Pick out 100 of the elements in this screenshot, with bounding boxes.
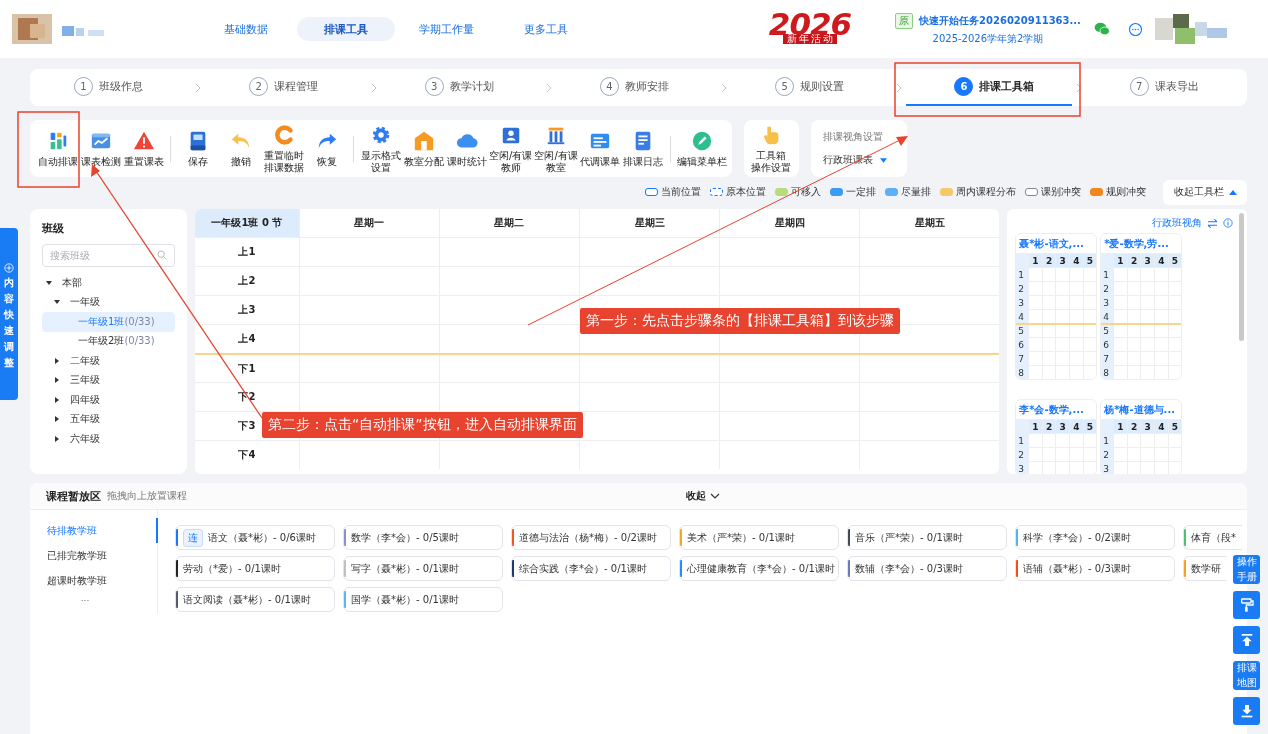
course-chip[interactable]: 科学（李*会）- 0/2课时	[1015, 525, 1175, 550]
course-chip[interactable]: 写字（聂*彬）- 0/1课时	[343, 556, 503, 581]
task-badge: 原	[895, 12, 914, 29]
tree-item[interactable]: 本部	[42, 273, 175, 293]
card-title[interactable]: 杨*梅-道德与...	[1101, 400, 1182, 419]
collapse-toolbar-button[interactable]: 收起工具栏	[1163, 179, 1247, 205]
row-header: 3	[1101, 462, 1114, 474]
toolbar-button[interactable]: 排课日志	[621, 122, 665, 175]
task-title[interactable]: 快速开始任务2026020911363...	[919, 13, 1081, 28]
row-header: 1	[1101, 268, 1114, 281]
course-chip[interactable]: 音乐（严*荣）- 0/1课时	[847, 525, 1007, 550]
tree-item[interactable]: 一年级	[42, 292, 175, 312]
row-header: 2	[1016, 448, 1029, 461]
column-header: 1	[1028, 254, 1042, 267]
column-header: 2	[1126, 420, 1141, 433]
float-button[interactable]: 排课地图	[1233, 661, 1260, 690]
nav-tab[interactable]: 排课工具	[297, 17, 395, 41]
card-title[interactable]: 李*会-数学,...	[1016, 400, 1097, 419]
toolbar-button[interactable]: 重置临时 排课数据	[262, 122, 305, 175]
step-tab[interactable]: 2 课程管理	[205, 69, 367, 106]
more-button[interactable]: ...	[30, 593, 120, 603]
course-chip[interactable]: 劳动（*爱）- 0/1课时	[175, 556, 335, 581]
column-header: 1	[1028, 420, 1042, 433]
toolbar-button[interactable]: 工具箱 操作设置	[749, 122, 793, 175]
float-button[interactable]	[1233, 626, 1260, 654]
list-tab[interactable]: 已排完教学班	[30, 543, 158, 568]
float-button[interactable]	[1233, 697, 1260, 725]
course-chip[interactable]: 综合实践（李*会）- 0/1课时	[511, 556, 671, 581]
wechat-icon[interactable]	[1094, 22, 1110, 36]
step-tab[interactable]: 6 排课工具箱	[906, 69, 1072, 106]
legend-label: 课别冲突	[1041, 185, 1081, 199]
card-title[interactable]: 聂*彬-语文,...	[1016, 234, 1097, 253]
info-icon[interactable]	[1223, 218, 1233, 228]
course-label: 心理健康教育（李*会）- 0/1课时	[687, 561, 835, 576]
toolbar-button[interactable]: 重置课表	[122, 122, 165, 175]
column-header: 2	[1041, 420, 1056, 433]
tree-item[interactable]: 五年级	[42, 409, 175, 429]
course-chip[interactable]: 语辅（聂*彬）- 0/3课时	[1015, 556, 1175, 581]
view-toggle[interactable]: 行政班视角	[1152, 216, 1202, 230]
course-chip[interactable]: 连 语文（聂*彬）- 0/6课时	[175, 525, 335, 550]
toolbar-button[interactable]: 空闲/有课 教室	[533, 122, 579, 175]
nav-tab[interactable]: 学期工作量	[397, 17, 495, 41]
refresh-icon	[272, 124, 295, 146]
course-chip[interactable]: 美术（严*荣）- 0/1课时	[679, 525, 839, 550]
toolbar-button[interactable]: 恢复	[305, 122, 348, 175]
paint-roller-icon	[1238, 597, 1255, 613]
row-header: 6	[1016, 338, 1029, 351]
tree-item[interactable]: 六年级	[42, 429, 175, 449]
caret-icon	[1228, 189, 1237, 195]
step-tab[interactable]: 1 班级作息	[30, 69, 192, 106]
row-header: 上2	[238, 274, 256, 288]
toolbar-button[interactable]: 保存	[176, 122, 219, 175]
course-label: 国学（聂*彬）- 0/1课时	[351, 592, 459, 607]
course-chip[interactable]: 语文阅读（聂*彬）- 0/1课时	[175, 587, 335, 612]
step-tab[interactable]: 4 教师安排	[555, 69, 718, 106]
tree-item[interactable]: 一年级2班(0/33)	[42, 331, 175, 351]
row-header: 8	[1016, 366, 1029, 379]
toolbar-button[interactable]: 编辑菜单栏	[675, 122, 728, 175]
toolbar-button[interactable]: 显示格式 设置	[359, 122, 402, 175]
nav-tab[interactable]: 更多工具	[497, 17, 595, 41]
tree-item[interactable]: 三年级	[42, 370, 175, 390]
chevron-icon	[710, 493, 720, 499]
search-field[interactable]: 搜索班级	[42, 244, 175, 267]
nav-tab[interactable]: 基础数据	[197, 17, 295, 41]
course-chip[interactable]: 数辅（李*会）- 0/3课时	[847, 556, 1007, 581]
toolbar-button[interactable]: 自动排课	[36, 122, 79, 175]
float-button[interactable]: 操作手册	[1233, 555, 1260, 584]
toolbar-button[interactable]: 撤销	[219, 122, 262, 175]
chat-icon[interactable]	[1128, 21, 1143, 37]
toolbar-button[interactable]: 课时统计	[445, 122, 488, 175]
course-chip[interactable]: 心理健康教育（李*会）- 0/1课时	[679, 556, 839, 581]
step-tab[interactable]: 7 课表导出	[1085, 69, 1247, 106]
tree-item[interactable]: 四年级	[42, 390, 175, 410]
list-tab[interactable]: 超课时教学班	[30, 568, 158, 593]
float-button[interactable]	[1233, 591, 1260, 619]
row-header: 下3	[238, 419, 256, 433]
swap-icon[interactable]	[1207, 218, 1218, 228]
step-tab[interactable]: 3 教学计划	[380, 69, 542, 106]
collapse-button[interactable]: 收起	[686, 489, 720, 503]
side-tab[interactable]: 内容快速调整	[0, 228, 18, 400]
tree-item[interactable]: 二年级	[42, 351, 175, 371]
column-header: 3	[1055, 254, 1069, 267]
course-label: 音乐（严*荣）- 0/1课时	[855, 530, 963, 545]
course-chip[interactable]: 国学（聂*彬）- 0/1课时	[343, 587, 503, 612]
toolbar-button[interactable]: 教室分配	[402, 122, 445, 175]
view-settings-title: 排课视角设置	[822, 130, 883, 144]
toolbar-button[interactable]: 代调课单	[578, 122, 622, 175]
tree-item[interactable]: 一年级1班(0/33)	[42, 312, 175, 332]
row-header: 下2	[238, 390, 256, 404]
course-chip[interactable]: 体育（段*	[1183, 525, 1242, 550]
legend-label: 规则冲突	[1106, 185, 1146, 199]
course-chip[interactable]: 数学（李*会）- 0/5课时	[343, 525, 503, 550]
toolbar-button[interactable]: 空闲/有课 教师	[488, 122, 534, 175]
list-tab[interactable]: 待排教学班	[30, 518, 158, 543]
course-chip[interactable]: 道德与法治（杨*梅）- 0/2课时	[511, 525, 671, 550]
scrollbar[interactable]	[1239, 213, 1244, 341]
legend-label: 周内课程分布	[956, 185, 1016, 199]
step-tab[interactable]: 5 规则设置	[731, 69, 893, 106]
card-title[interactable]: *爱-数学,劳...	[1101, 234, 1182, 253]
course-chip[interactable]: 数学研	[1183, 556, 1227, 581]
